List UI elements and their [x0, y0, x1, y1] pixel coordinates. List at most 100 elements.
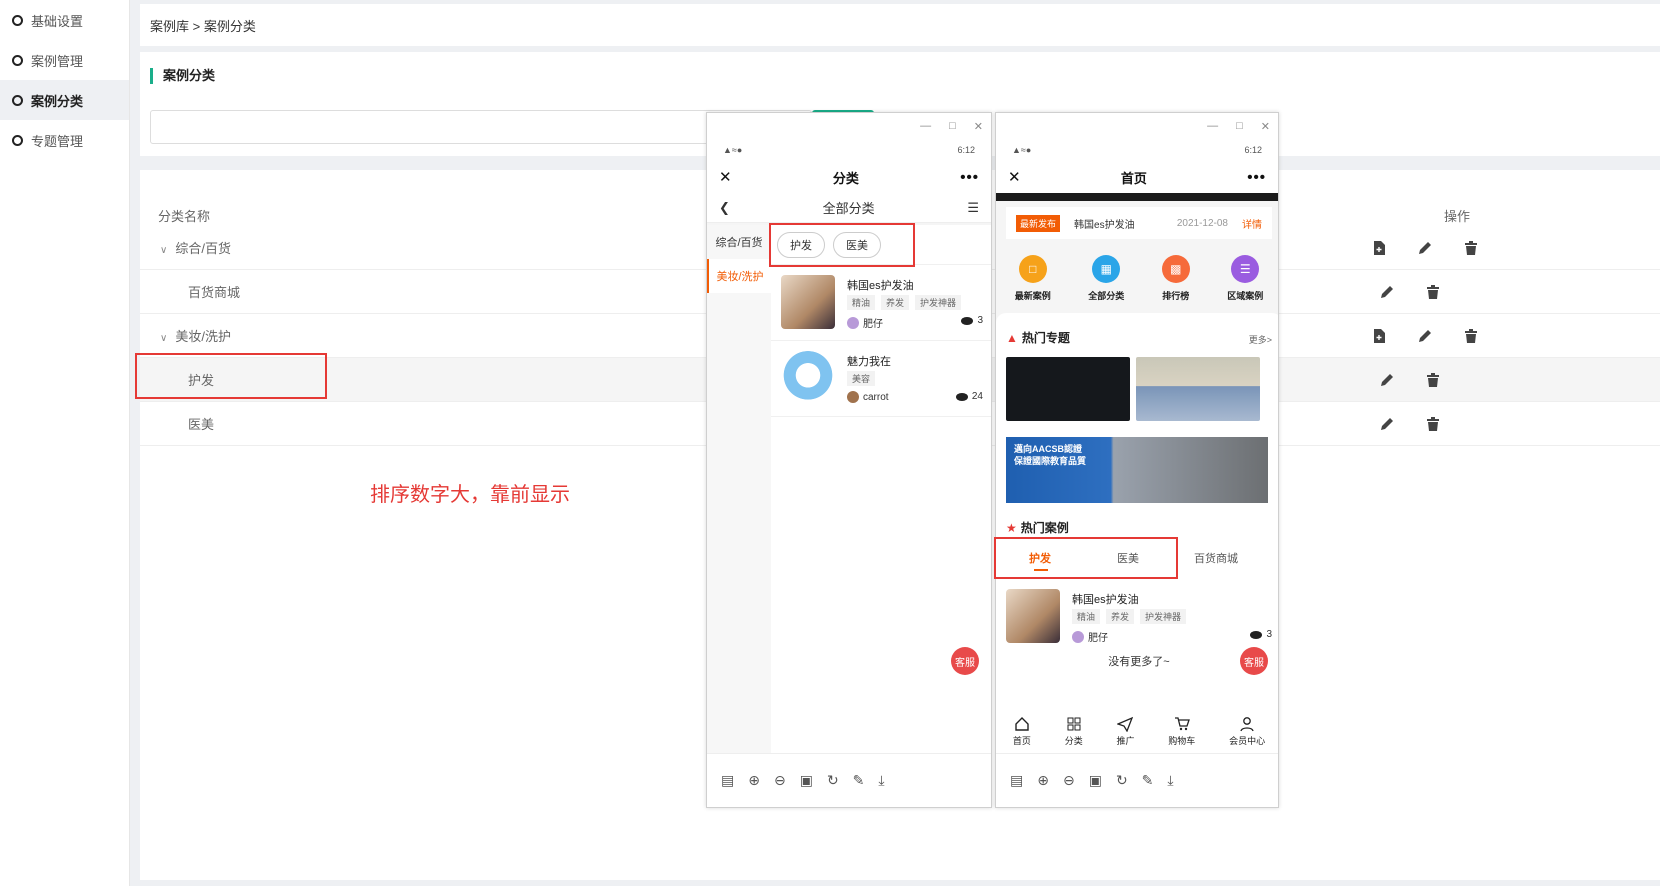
layout-icon[interactable]: ▤ — [1010, 772, 1023, 789]
list-icon: ☰ — [1231, 254, 1260, 283]
circle-icon — [12, 54, 23, 66]
category-content: 护发 医美 韩国es护发油 精油 养发 护发神器 肥仔 3 魅力我在 美容 ca… — [771, 225, 991, 755]
topic-banner[interactable]: 邁向AACSB認證 保證國際教育品質 — [1006, 437, 1268, 503]
zoom-out-icon[interactable]: ⊖ — [774, 772, 786, 789]
avatar — [847, 316, 859, 329]
mini-program-title: 分类 — [832, 170, 859, 186]
row-operations — [1364, 372, 1456, 387]
category-item[interactable]: 美妆/洗护 — [707, 259, 771, 293]
actual-size-icon[interactable]: ▣ — [800, 772, 813, 789]
zoom-in-icon[interactable]: ⊕ — [1037, 772, 1049, 789]
rotate-icon[interactable]: ↻ — [827, 772, 839, 789]
download-icon[interactable]: ⤓ — [878, 772, 884, 789]
sidebar-item-label: 案例管理 — [31, 53, 84, 69]
close-icon[interactable]: ✕ — [1008, 168, 1021, 186]
case-item[interactable]: 韩国es护发油 精油 养发 护发神器 肥仔 3 — [996, 579, 1278, 649]
trash-icon[interactable] — [1410, 372, 1456, 387]
row-name: 百货商城 — [188, 285, 241, 300]
tabbar-label: 会员中心 — [1229, 735, 1266, 746]
quick-entry-latest[interactable]: □ 最新案例 — [1015, 254, 1051, 302]
trash-icon[interactable] — [1448, 240, 1494, 255]
sidebar-item-topic-management[interactable]: 专题管理 — [0, 120, 129, 160]
customer-service-button[interactable]: 客服 — [951, 647, 979, 675]
add-file-icon[interactable] — [1356, 240, 1402, 255]
notice-bar[interactable]: 最新发布 韩国es护发油 2021-12-08 详情 — [1006, 207, 1272, 239]
notice-text: 韩国es护发油 — [1074, 219, 1135, 231]
case-tag: 养发 — [1106, 609, 1135, 624]
signal-icon: ▲≈● — [1012, 145, 1032, 155]
download-icon[interactable]: ⤓ — [1167, 772, 1173, 789]
banner-image[interactable] — [996, 193, 1278, 201]
chevron-down-icon[interactable]: ∨ — [160, 333, 167, 344]
case-item[interactable]: 魅力我在 美容 carrot 24 — [771, 341, 991, 417]
maximize-icon[interactable]: □ — [949, 120, 956, 132]
sidebar-item-basic-settings[interactable]: 基础设置 — [0, 0, 129, 40]
tabbar-label: 分类 — [1064, 735, 1083, 746]
notice-detail-link[interactable]: 详情 — [1242, 216, 1262, 231]
tabbar-item-cart[interactable]: 购物车 — [1168, 716, 1195, 747]
add-file-icon[interactable] — [1356, 328, 1402, 343]
trash-icon[interactable] — [1410, 284, 1456, 299]
close-icon[interactable]: ✕ — [974, 120, 983, 133]
more-icon[interactable]: ••• — [960, 169, 979, 186]
edit-icon[interactable] — [1402, 241, 1448, 255]
section-title-hot-cases: ★ 热门案例 — [1006, 519, 1069, 536]
case-item[interactable]: 韩国es护发油 精油 养发 护发神器 肥仔 3 — [771, 265, 991, 341]
category-header: ❮ 全部分类 ☰ — [707, 193, 991, 223]
topic-image[interactable] — [1006, 357, 1130, 421]
minimize-icon[interactable]: — — [920, 120, 931, 132]
eye-icon — [955, 392, 968, 401]
actual-size-icon[interactable]: ▣ — [1089, 772, 1102, 789]
case-tag: 精油 — [1072, 609, 1101, 624]
menu-icon[interactable]: ☰ — [967, 200, 979, 216]
maximize-icon[interactable]: □ — [1236, 120, 1243, 132]
sidebar-item-case-category[interactable]: 案例分类 — [0, 80, 129, 120]
tab-department-store[interactable]: 百货商城 — [1172, 541, 1260, 575]
chevron-down-icon[interactable]: ∨ — [160, 245, 167, 256]
sidebar-item-case-management[interactable]: 案例管理 — [0, 40, 129, 80]
sidebar: 基础设置 案例管理 案例分类 专题管理 — [0, 0, 130, 886]
edit-icon[interactable] — [1402, 329, 1448, 343]
case-tags: 精油 养发 护发神器 — [847, 295, 967, 310]
row-name: 医美 — [188, 417, 215, 432]
ranking-icon: ▩ — [1161, 254, 1190, 283]
author-name: carrot — [863, 391, 889, 403]
trash-icon[interactable] — [1448, 328, 1494, 343]
case-tag: 精油 — [847, 295, 876, 310]
send-icon — [1117, 716, 1134, 732]
zoom-in-icon[interactable]: ⊕ — [748, 772, 760, 789]
home-icon — [1015, 716, 1029, 731]
grid-icon — [1067, 717, 1081, 730]
quick-entry-region[interactable]: ☰ 区域案例 — [1227, 254, 1263, 302]
avatar — [1072, 630, 1084, 643]
layout-icon[interactable]: ▤ — [721, 772, 734, 789]
more-icon[interactable]: ••• — [1247, 169, 1266, 186]
trash-icon[interactable] — [1410, 416, 1456, 431]
back-icon[interactable]: ❮ — [719, 200, 730, 216]
flame-icon: ▲ — [1006, 330, 1018, 345]
tabbar-item-category[interactable]: 分类 — [1065, 716, 1083, 747]
pen-icon[interactable]: ✎ — [1142, 772, 1154, 789]
tabbar-item-home[interactable]: 首页 — [1013, 716, 1031, 747]
topic-image[interactable] — [1136, 357, 1260, 421]
edit-icon[interactable] — [1364, 373, 1410, 387]
category-item[interactable]: 综合/百货 — [707, 225, 771, 259]
mini-program-title-bar: ✕ 分类 ••• — [707, 161, 991, 193]
rotate-icon[interactable]: ↻ — [1116, 772, 1128, 789]
more-link[interactable]: 更多> — [1249, 333, 1272, 346]
zoom-out-icon[interactable]: ⊖ — [1063, 772, 1075, 789]
customer-service-button[interactable]: 客服 — [1240, 647, 1268, 675]
quick-entry-ranking[interactable]: ▩ 排行榜 — [1161, 254, 1190, 302]
highlight-box — [769, 223, 915, 267]
minimize-icon[interactable]: — — [1207, 120, 1218, 132]
pen-icon[interactable]: ✎ — [853, 772, 865, 789]
tabbar-item-member[interactable]: 会员中心 — [1229, 716, 1265, 747]
highlight-box — [135, 353, 327, 399]
view-count: 3 — [977, 315, 983, 326]
quick-entry-all-categories[interactable]: ▦ 全部分类 — [1088, 254, 1124, 302]
tabbar-item-promote[interactable]: 推广 — [1116, 716, 1135, 747]
edit-icon[interactable] — [1364, 417, 1410, 431]
close-icon[interactable]: ✕ — [719, 168, 732, 186]
close-icon[interactable]: ✕ — [1261, 120, 1270, 133]
edit-icon[interactable] — [1364, 285, 1410, 299]
